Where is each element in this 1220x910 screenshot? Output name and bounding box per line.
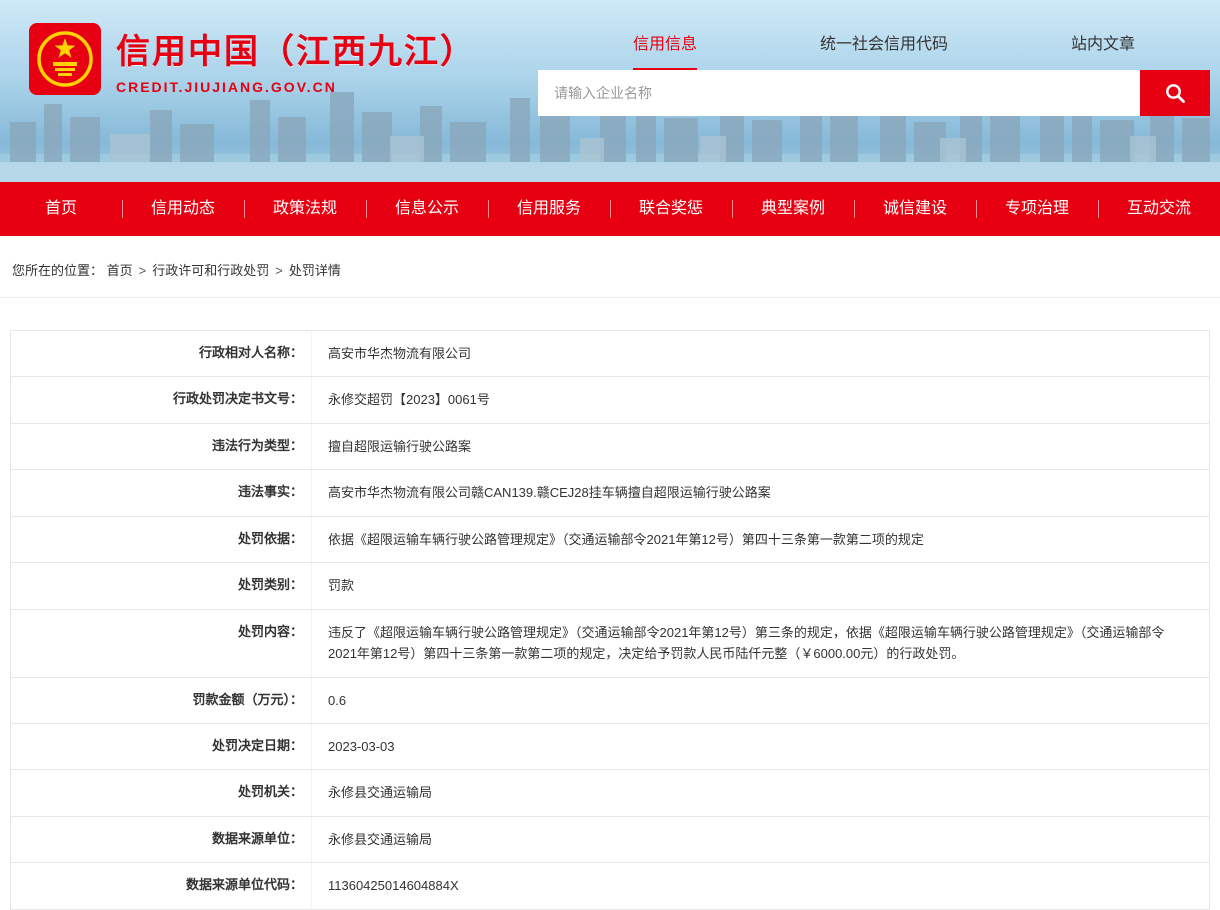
- site-brand: 信用中国（江西九江） CREDIT.JIUJIANG.GOV.CN: [28, 22, 476, 96]
- nav-item-6[interactable]: 典型案例: [732, 182, 854, 236]
- detail-row-label: 行政相对人名称：: [11, 331, 311, 376]
- nav-item-8[interactable]: 专项治理: [976, 182, 1098, 236]
- detail-row-label: 处罚类别：: [11, 563, 311, 608]
- detail-row-value: 永修县交通运输局: [311, 817, 1209, 862]
- nav-item-4[interactable]: 信用服务: [488, 182, 610, 236]
- detail-row-label: 违法事实：: [11, 470, 311, 515]
- detail-row-value: 永修交超罚【2023】0061号: [311, 377, 1209, 422]
- nav-item-3[interactable]: 信息公示: [366, 182, 488, 236]
- detail-row-2: 违法行为类型：擅自超限运输行驶公路案: [11, 424, 1209, 470]
- header-tab-1[interactable]: 统一社会信用代码: [820, 30, 948, 68]
- breadcrumb-prefix: 您所在的位置：: [12, 263, 103, 278]
- detail-row-label: 数据来源单位：: [11, 817, 311, 862]
- detail-row-value: 违反了《超限运输车辆行驶公路管理规定》（交通运输部令2021年第12号）第三条的…: [311, 610, 1209, 677]
- detail-row-8: 处罚决定日期：2023-03-03: [11, 724, 1209, 770]
- detail-row-11: 数据来源单位代码：11360425014604884X: [11, 863, 1209, 909]
- detail-row-value: 依据《超限运输车辆行驶公路管理规定》（交通运输部令2021年第12号）第四十三条…: [311, 517, 1209, 562]
- detail-row-value: 高安市华杰物流有限公司: [311, 331, 1209, 376]
- nav-item-0[interactable]: 首页: [0, 182, 122, 236]
- detail-row-value: 罚款: [311, 563, 1209, 608]
- breadcrumb-link-0[interactable]: 首页: [107, 263, 133, 278]
- detail-row-label: 处罚内容：: [11, 610, 311, 677]
- breadcrumb-link-2[interactable]: 处罚详情: [289, 263, 341, 278]
- national-emblem-logo: [28, 22, 102, 96]
- detail-row-6: 处罚内容：违反了《超限运输车辆行驶公路管理规定》（交通运输部令2021年第12号…: [11, 610, 1209, 678]
- detail-row-value: 2023-03-03: [311, 724, 1209, 769]
- detail-row-label: 违法行为类型：: [11, 424, 311, 469]
- detail-row-label: 罚款金额（万元）：: [11, 678, 311, 723]
- main-nav: 首页信用动态政策法规信息公示信用服务联合奖惩典型案例诚信建设专项治理互动交流: [0, 182, 1220, 236]
- detail-row-value: 永修县交通运输局: [311, 770, 1209, 815]
- breadcrumb-items: 首页 > 行政许可和行政处罚 > 处罚详情: [107, 263, 341, 278]
- search-button[interactable]: [1140, 70, 1210, 116]
- detail-row-value: 11360425014604884X: [311, 863, 1209, 908]
- nav-item-9[interactable]: 互动交流: [1098, 182, 1220, 236]
- header-tabs: 信用信息 统一社会信用代码 站内文章: [538, 30, 1210, 70]
- nav-item-1[interactable]: 信用动态: [122, 182, 244, 236]
- breadcrumb: 您所在的位置： 首页 > 行政许可和行政处罚 > 处罚详情: [0, 236, 1220, 298]
- site-domain: CREDIT.JIUJIANG.GOV.CN: [116, 79, 476, 95]
- detail-row-3: 违法事实：高安市华杰物流有限公司赣CAN139.赣CEJ28挂车辆擅自超限运输行…: [11, 470, 1209, 516]
- detail-row-0: 行政相对人名称：高安市华杰物流有限公司: [11, 331, 1209, 377]
- detail-row-1: 行政处罚决定书文号：永修交超罚【2023】0061号: [11, 377, 1209, 423]
- search-input[interactable]: [538, 70, 1140, 116]
- detail-row-value: 0.6: [311, 678, 1209, 723]
- breadcrumb-separator: >: [139, 263, 147, 278]
- detail-row-label: 行政处罚决定书文号：: [11, 377, 311, 422]
- site-title: 信用中国（江西九江）: [116, 24, 476, 73]
- header-tab-2[interactable]: 站内文章: [1071, 30, 1135, 68]
- search-icon: [1164, 82, 1186, 104]
- penalty-detail-table: 行政相对人名称：高安市华杰物流有限公司行政处罚决定书文号：永修交超罚【2023】…: [10, 330, 1210, 910]
- detail-row-10: 数据来源单位：永修县交通运输局: [11, 817, 1209, 863]
- detail-row-4: 处罚依据：依据《超限运输车辆行驶公路管理规定》（交通运输部令2021年第12号）…: [11, 517, 1209, 563]
- detail-row-5: 处罚类别：罚款: [11, 563, 1209, 609]
- detail-row-label: 处罚依据：: [11, 517, 311, 562]
- nav-item-7[interactable]: 诚信建设: [854, 182, 976, 236]
- header-tab-0[interactable]: 信用信息: [633, 30, 697, 70]
- nav-item-5[interactable]: 联合奖惩: [610, 182, 732, 236]
- detail-row-7: 罚款金额（万元）：0.6: [11, 678, 1209, 724]
- detail-row-value: 高安市华杰物流有限公司赣CAN139.赣CEJ28挂车辆擅自超限运输行驶公路案: [311, 470, 1209, 515]
- detail-row-label: 处罚决定日期：: [11, 724, 311, 769]
- site-header: 信用中国（江西九江） CREDIT.JIUJIANG.GOV.CN 信用信息 统一…: [0, 0, 1220, 182]
- nav-item-2[interactable]: 政策法规: [244, 182, 366, 236]
- search-bar: [538, 70, 1210, 116]
- breadcrumb-link-1[interactable]: 行政许可和行政处罚: [152, 263, 269, 278]
- breadcrumb-separator: >: [275, 263, 283, 278]
- detail-row-label: 处罚机关：: [11, 770, 311, 815]
- detail-row-value: 擅自超限运输行驶公路案: [311, 424, 1209, 469]
- detail-row-9: 处罚机关：永修县交通运输局: [11, 770, 1209, 816]
- detail-row-label: 数据来源单位代码：: [11, 863, 311, 908]
